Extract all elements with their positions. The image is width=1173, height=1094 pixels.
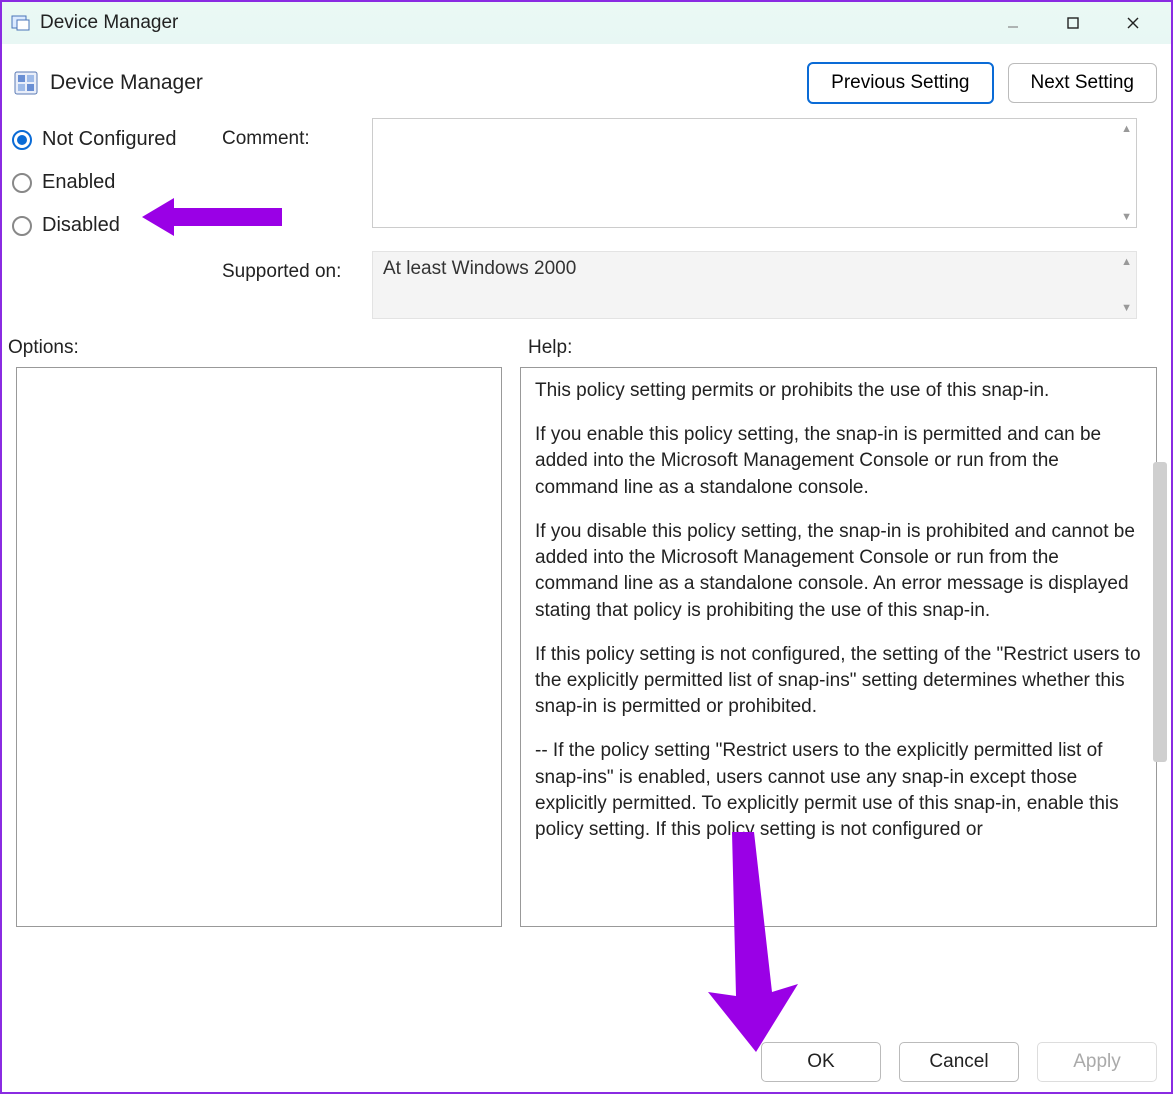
radio-label: Enabled: [42, 171, 115, 194]
state-radio-group: Not Configured Enabled Disabled: [12, 118, 222, 237]
scroll-up-icon: ▲: [1121, 123, 1132, 135]
help-paragraph: -- If the policy setting "Restrict users…: [535, 738, 1142, 843]
comment-textarea[interactable]: ▲ ▼: [372, 118, 1137, 228]
help-label: Help:: [528, 337, 572, 359]
scroll-down-icon: ▼: [1121, 211, 1132, 223]
app-icon: [10, 12, 32, 34]
scroll-down-icon: ▼: [1121, 302, 1132, 314]
dialog-footer: OK Cancel Apply: [761, 1042, 1157, 1082]
options-label: Options:: [8, 337, 528, 359]
help-paragraph: If this policy setting is not configured…: [535, 642, 1142, 721]
radio-disabled[interactable]: Disabled: [12, 214, 222, 237]
next-setting-button[interactable]: Next Setting: [1008, 63, 1158, 103]
cancel-button[interactable]: Cancel: [899, 1042, 1019, 1082]
scroll-up-icon: ▲: [1121, 256, 1132, 268]
help-paragraph: If you enable this policy setting, the s…: [535, 422, 1142, 501]
supported-on-box: At least Windows 2000 ▲ ▼: [372, 251, 1137, 319]
policy-name: Device Manager: [50, 71, 203, 95]
scrollbar-thumb[interactable]: [1153, 462, 1167, 762]
close-button[interactable]: [1103, 2, 1163, 44]
previous-setting-button[interactable]: Previous Setting: [807, 62, 993, 104]
titlebar: Device Manager: [2, 2, 1171, 44]
supported-on-text: At least Windows 2000: [383, 258, 576, 279]
comment-label: Comment:: [222, 118, 372, 237]
minimize-button[interactable]: [983, 2, 1043, 44]
help-paragraph: This policy setting permits or prohibits…: [535, 378, 1142, 404]
apply-button[interactable]: Apply: [1037, 1042, 1157, 1082]
radio-label: Not Configured: [42, 128, 177, 151]
policy-icon: [12, 69, 40, 97]
maximize-button[interactable]: [1043, 2, 1103, 44]
ok-button[interactable]: OK: [761, 1042, 881, 1082]
radio-not-configured[interactable]: Not Configured: [12, 128, 222, 151]
options-panel: [16, 367, 502, 927]
window-title: Device Manager: [40, 12, 178, 34]
help-paragraph: If you disable this policy setting, the …: [535, 519, 1142, 624]
radio-label: Disabled: [42, 214, 120, 237]
supported-label: Supported on:: [222, 241, 372, 319]
policy-header: Device Manager Previous Setting Next Set…: [2, 44, 1171, 112]
help-panel: This policy setting permits or prohibits…: [520, 367, 1157, 927]
radio-enabled[interactable]: Enabled: [12, 171, 222, 194]
